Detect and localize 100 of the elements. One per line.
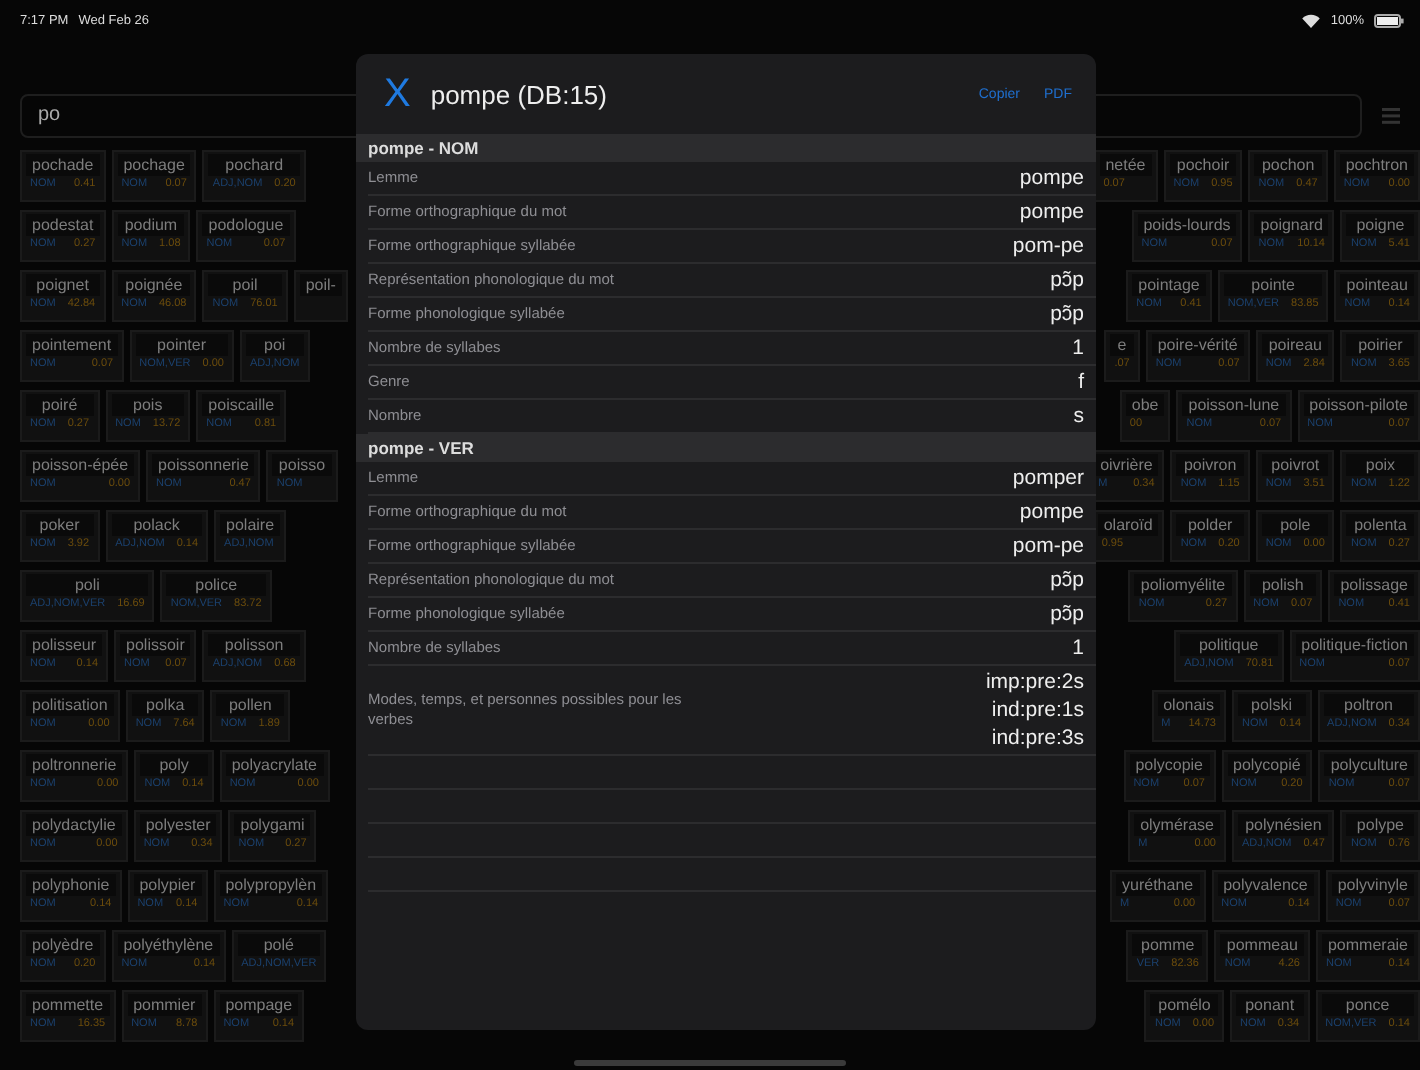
tile-word: netée [1099, 154, 1152, 176]
field-value: pɔ̃p [1050, 566, 1084, 594]
tile-word: poiré [26, 394, 94, 416]
field-value: pompe [1019, 164, 1084, 192]
tile-word: poivrot [1261, 454, 1329, 476]
tile-word: olonais [1157, 694, 1220, 716]
field-value: pomper [1012, 464, 1084, 492]
tile-word: olymérase [1134, 814, 1220, 836]
tile-word: polygami [234, 814, 311, 836]
tile-word: polisseur [26, 634, 103, 656]
panel-title: pompe (DB:15) [430, 79, 607, 109]
tile-word: polka [131, 694, 199, 716]
tile-word: pomélo [1150, 994, 1219, 1016]
tile-word: polish [1249, 574, 1317, 596]
tile-word: poisso [272, 454, 332, 476]
tile-word: polynésien [1237, 814, 1329, 836]
tile-word: pommeraie [1321, 934, 1414, 956]
close-button[interactable]: X [372, 71, 423, 117]
tile-word: polissage [1334, 574, 1414, 596]
tile-word: poisson-lune [1182, 394, 1286, 416]
tile-word: polenta [1346, 514, 1414, 536]
field-value: ind:pre:1s [991, 696, 1084, 724]
tile-word: pointer [135, 334, 228, 356]
field-value: pompe [1019, 498, 1084, 526]
tile-word: polypier [133, 874, 202, 896]
tile-word: pommette [26, 994, 110, 1016]
tile-word: pois [111, 394, 185, 416]
field-value: f [1078, 368, 1084, 396]
tile-word: poix [1346, 454, 1414, 476]
tile-word: pommeau [1220, 934, 1304, 956]
tile-word: polder [1176, 514, 1244, 536]
field-value: 1 [1072, 334, 1084, 362]
tile-word: polaire [220, 514, 281, 536]
tile-word: polype [1346, 814, 1414, 836]
tile-word: oivrière [1094, 454, 1159, 476]
tile-word: polack [111, 514, 203, 536]
field-value: 1 [1072, 634, 1084, 662]
tile-word: poignard [1254, 214, 1329, 236]
tile-word: podologue [202, 214, 290, 236]
tile-word: polé [237, 934, 321, 956]
field-value: pɔ̃p [1050, 300, 1084, 328]
tile-word: pompage [219, 994, 299, 1016]
tile-word: pointe [1223, 274, 1323, 296]
tile-word: polissoir [120, 634, 191, 656]
tile-word: police [166, 574, 266, 596]
tile-word: pochtron [1339, 154, 1414, 176]
tile-word: poignée [117, 274, 191, 296]
tile-word: poli [26, 574, 149, 596]
tile-word: pointement [26, 334, 118, 356]
field-value: imp:pre:2s [985, 668, 1084, 696]
tile-word: poil- [299, 274, 342, 296]
tile-word: polyèdre [26, 934, 100, 956]
field-value: pɔ̃p [1050, 266, 1084, 294]
tile-word: pointeau [1340, 274, 1414, 296]
tile-word: pochard [208, 154, 300, 176]
tile-word: pochoir [1169, 154, 1237, 176]
tile-word: polyvalence [1217, 874, 1314, 896]
field-value: s [1073, 402, 1084, 430]
tile-word: poigne [1346, 214, 1414, 236]
tile-word: podestat [26, 214, 100, 236]
tile-word: poire-vérité [1151, 334, 1244, 356]
tile-word: poissonnerie [152, 454, 255, 476]
tile-word: poisson-épée [26, 454, 135, 476]
word-tile[interactable]: poil- [293, 270, 348, 322]
tile-word: poliomyélite [1134, 574, 1232, 596]
field-value: pom-pe [1012, 532, 1084, 560]
tile-word: pochon [1254, 154, 1322, 176]
tile-word: poil [208, 274, 282, 296]
tile-word: olaroïd [1097, 514, 1159, 536]
tile-word: e [1110, 334, 1134, 356]
wifi-icon [1302, 13, 1321, 27]
tile-word: poirier [1346, 334, 1414, 356]
tile-word: poly [140, 754, 208, 776]
tile-word: poireau [1261, 334, 1329, 356]
tile-word: poisson-pilote [1303, 394, 1414, 416]
tile-word: polycopié [1227, 754, 1307, 776]
tile-word: politisation [26, 694, 114, 716]
tile-word: polyéthylène [117, 934, 220, 956]
tile-word: polski [1237, 694, 1306, 716]
section-header: pompe - VER [356, 434, 1096, 462]
tile-word: politique-fiction [1295, 634, 1414, 656]
tile-word: polyester [139, 814, 217, 836]
tile-word: polydactylie [26, 814, 122, 836]
tile-word: pole [1261, 514, 1329, 536]
tile-word: ponant [1236, 994, 1304, 1016]
list-icon[interactable] [1382, 108, 1400, 124]
tile-word: pollen [216, 694, 284, 716]
tile-word: polyculture [1324, 754, 1414, 776]
field-value: pompe [1019, 198, 1084, 226]
tile-word: polyphonie [26, 874, 116, 896]
tile-word: pochade [26, 154, 100, 176]
tile-word: poiscaille [202, 394, 281, 416]
tile-word: poltronnerie [26, 754, 123, 776]
tile-word: poids-lourds [1137, 214, 1237, 236]
tile-word: pommier [127, 994, 202, 1016]
section-header: pompe - NOM [356, 134, 1096, 162]
tile-word: yuréthane [1116, 874, 1200, 896]
tile-word: polisson [208, 634, 300, 656]
field-value: pom-pe [1012, 232, 1084, 260]
tile-word: polyvinyle [1331, 874, 1414, 896]
